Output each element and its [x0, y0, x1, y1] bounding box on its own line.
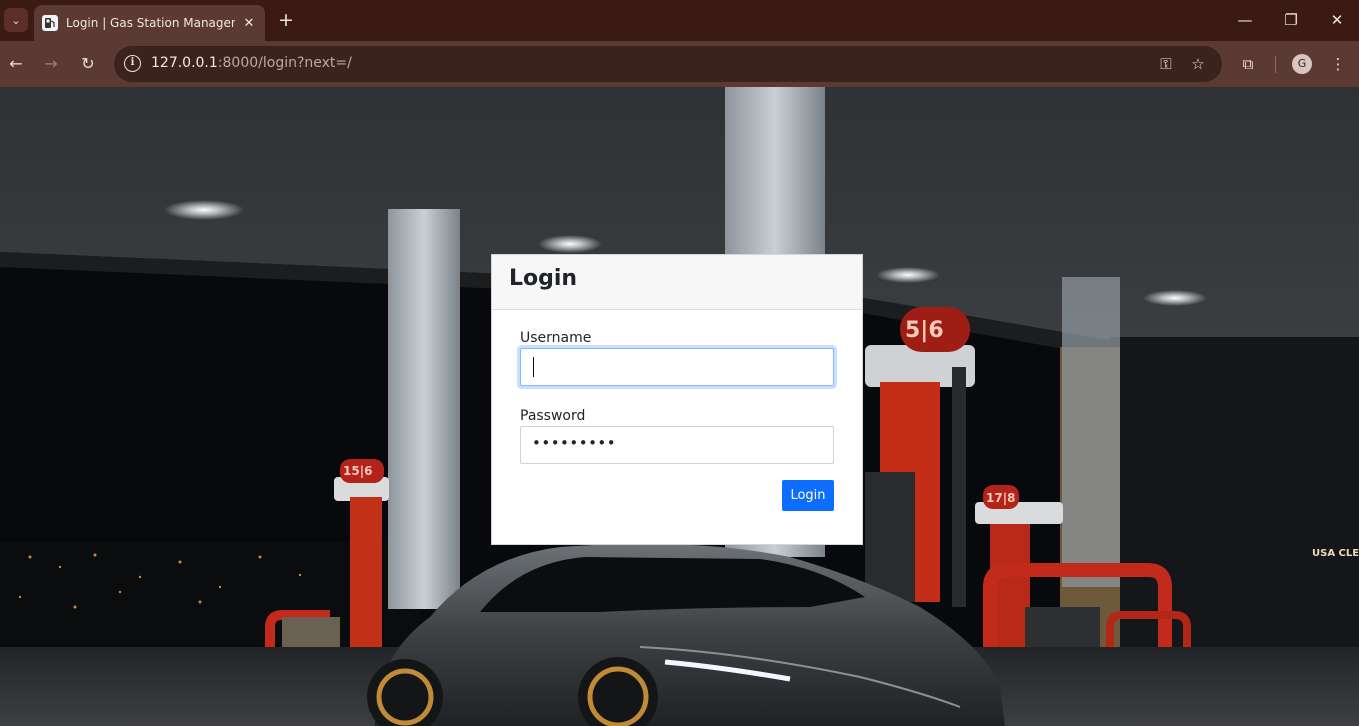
- login-form: Username Password ••••••••• Login: [492, 310, 862, 531]
- login-title: Login: [509, 266, 578, 291]
- site-info-icon[interactable]: i: [124, 55, 141, 72]
- reload-icon[interactable]: ↻: [76, 52, 100, 76]
- profile-avatar[interactable]: G: [1292, 54, 1312, 74]
- text-caret: [533, 357, 534, 377]
- address-bar[interactable]: i 127.0.0.1:8000/login?next=/ ⚿ ☆: [114, 46, 1222, 82]
- tab-title: Login | Gas Station Management: [66, 16, 235, 30]
- close-window-icon[interactable]: ✕: [1326, 10, 1348, 32]
- extensions-icon[interactable]: ⧉: [1237, 53, 1259, 75]
- url-text[interactable]: 127.0.0.1:8000/login?next=/: [151, 55, 352, 71]
- menu-kebab-icon[interactable]: ⋮: [1327, 53, 1349, 75]
- browser-toolbar: ← → ↻ i 127.0.0.1:8000/login?next=/ ⚿ ☆ …: [0, 41, 1359, 87]
- username-label: Username: [520, 330, 592, 346]
- pump-sign-center: 5|6: [905, 318, 944, 343]
- gas-pump-favicon-icon: [42, 15, 58, 31]
- password-mask: •••••••••: [532, 434, 617, 452]
- toolbar-divider: [1275, 56, 1276, 73]
- back-icon[interactable]: ←: [4, 52, 28, 76]
- store-sign-text: USA CLEA: [1312, 548, 1359, 559]
- login-card: Login Username Password ••••••••• Login: [491, 254, 863, 545]
- username-input[interactable]: [520, 348, 834, 386]
- password-label: Password: [520, 408, 586, 424]
- new-tab-icon[interactable]: +: [275, 10, 297, 32]
- tab-strip: ⌄ Login | Gas Station Management ✕ + — ❐…: [0, 0, 1359, 41]
- pump-sign-right: 17|8: [986, 491, 1015, 505]
- minimize-icon[interactable]: —: [1234, 10, 1256, 32]
- restore-icon[interactable]: ❐: [1280, 10, 1302, 32]
- bookmark-star-icon[interactable]: ☆: [1188, 54, 1208, 74]
- tab-search-icon[interactable]: ⌄: [4, 8, 28, 32]
- browser-tab[interactable]: Login | Gas Station Management ✕: [34, 5, 265, 41]
- pump-sign-left: 15|6: [343, 464, 372, 478]
- close-tab-icon[interactable]: ✕: [241, 16, 257, 31]
- card-header: Login: [492, 255, 862, 310]
- forward-icon[interactable]: →: [39, 52, 63, 76]
- password-key-icon[interactable]: ⚿: [1156, 54, 1176, 74]
- login-button[interactable]: Login: [782, 480, 834, 511]
